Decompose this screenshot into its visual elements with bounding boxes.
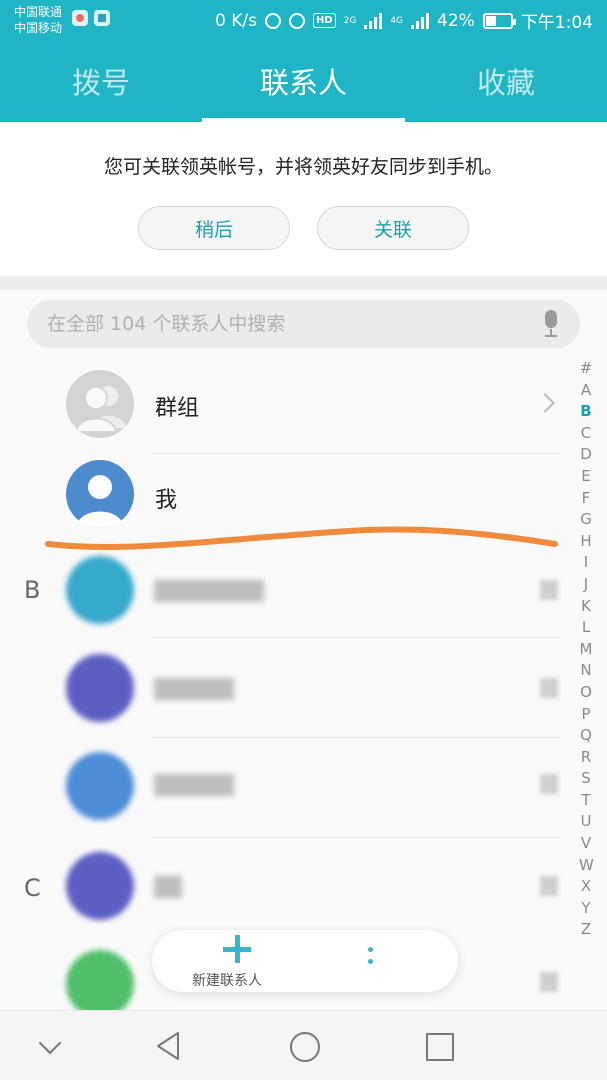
contact-avatar	[66, 654, 134, 722]
search-bar[interactable]	[27, 300, 580, 348]
index-letter[interactable]: U	[579, 811, 593, 833]
index-letter[interactable]: B	[579, 401, 593, 423]
index-letter[interactable]: W	[579, 855, 594, 877]
network-2-label: 4G	[390, 15, 404, 26]
contact-avatar	[66, 556, 134, 624]
tab-favorites[interactable]: 收藏	[405, 40, 607, 122]
index-letter[interactable]: Z	[579, 919, 593, 941]
index-letter[interactable]: R	[579, 747, 593, 769]
banner-text: 您可关联领英帐号，并将领英好友同步到手机。	[103, 156, 503, 178]
index-letter[interactable]: N	[579, 660, 593, 682]
index-letter[interactable]: L	[579, 617, 593, 639]
index-letter[interactable]: S	[579, 768, 593, 790]
search-input[interactable]	[47, 300, 527, 348]
net-speed: 0 K/s	[214, 10, 257, 31]
battery-icon	[482, 12, 516, 29]
contact-detail	[540, 678, 558, 698]
group-label: 群组	[155, 396, 200, 421]
list-item-groups[interactable]: 群组	[0, 354, 570, 454]
plus-icon	[222, 934, 252, 964]
me-label: 我	[155, 488, 178, 513]
link-account-banner: 您可关联领英帐号，并将领英好友同步到手机。 稍后 关联	[0, 122, 607, 276]
index-letter[interactable]: I	[579, 552, 593, 574]
status-right: 0 K/s HD 2G 4G 42% 下午1:04	[214, 8, 593, 34]
hd-badge: HD	[312, 13, 336, 28]
link-button[interactable]: 关联	[317, 206, 469, 250]
index-letter[interactable]: P	[579, 704, 593, 726]
mic-icon[interactable]	[542, 310, 560, 338]
contact-name	[154, 876, 182, 898]
tab-contacts[interactable]: 联系人	[202, 40, 405, 122]
new-contact-label: 新建联系人	[192, 973, 262, 989]
contact-row[interactable]	[0, 638, 570, 738]
index-letter[interactable]: T	[579, 790, 593, 812]
notification-icons	[72, 10, 110, 26]
index-letter[interactable]: C	[579, 423, 593, 445]
contact-avatar	[66, 950, 134, 1018]
group-avatar-icon	[66, 370, 134, 438]
floating-action-bar: 新建联系人	[152, 930, 458, 992]
contact-name	[154, 580, 264, 602]
tab-bar: 拨号 联系人 收藏	[0, 40, 607, 122]
contact-detail	[540, 876, 558, 896]
tab-dial[interactable]: 拨号	[0, 40, 202, 122]
clock: 下午1:04	[520, 13, 593, 33]
index-letter[interactable]: D	[579, 444, 593, 466]
index-letter[interactable]: J	[579, 574, 593, 596]
signal-2-icon	[411, 12, 430, 29]
network-1-label: 2G	[343, 15, 357, 26]
more-vertical-icon[interactable]	[364, 944, 376, 978]
index-letter[interactable]: E	[579, 466, 593, 488]
chevron-right-icon	[535, 393, 555, 413]
later-button[interactable]: 稍后	[138, 206, 290, 250]
contact-name	[154, 774, 234, 796]
index-letter[interactable]: Y	[579, 898, 593, 920]
index-letter[interactable]: O	[579, 682, 593, 704]
nav-recent-icon[interactable]	[408, 1011, 468, 1080]
status-bar: 中国联通 中国移动 0 K/s HD 2G 4G 42% 下午1:04	[0, 0, 607, 40]
index-letter[interactable]: M	[579, 639, 593, 661]
contact-avatar	[66, 752, 134, 820]
contact-name	[154, 678, 234, 700]
index-letter[interactable]: X	[579, 876, 593, 898]
battery-percent: 42%	[437, 10, 475, 31]
nav-back-icon[interactable]	[140, 1011, 200, 1080]
carrier-2: 中国移动	[14, 21, 63, 35]
index-letter[interactable]: H	[579, 531, 593, 553]
index-letter[interactable]: G	[579, 509, 593, 531]
vibrate-icon	[264, 12, 281, 29]
nav-down-icon[interactable]	[20, 1011, 80, 1080]
carrier-info: 中国联通 中国移动	[14, 4, 62, 36]
contact-detail	[540, 580, 558, 600]
index-letter[interactable]: F	[579, 488, 593, 510]
index-letter[interactable]: A	[579, 380, 593, 402]
alarm-icon	[288, 12, 305, 29]
notification-app-icon	[72, 10, 88, 26]
contact-avatar	[66, 852, 134, 920]
index-letter[interactable]: #	[579, 358, 593, 380]
divider-band	[0, 276, 607, 290]
battery-fill	[485, 15, 496, 26]
index-letter[interactable]: V	[579, 833, 593, 855]
new-contact-button[interactable]: 新建联系人	[192, 934, 282, 989]
index-letter[interactable]: K	[579, 596, 593, 618]
carrier-1: 中国联通	[14, 5, 63, 19]
contact-row[interactable]	[0, 538, 570, 638]
signal-1-icon	[364, 12, 383, 29]
navigation-bar	[0, 1010, 607, 1080]
contact-row[interactable]	[0, 738, 570, 838]
notification-book-icon	[94, 10, 110, 26]
contact-detail	[540, 774, 558, 794]
contact-row[interactable]	[0, 836, 570, 936]
nav-home-icon[interactable]	[274, 1011, 334, 1080]
alphabet-index[interactable]: # A B C D E F G H I J K L M N O P Q R S T U V W X Y Z	[579, 358, 594, 941]
contact-detail	[540, 972, 558, 992]
index-letter[interactable]: Q	[579, 725, 593, 747]
